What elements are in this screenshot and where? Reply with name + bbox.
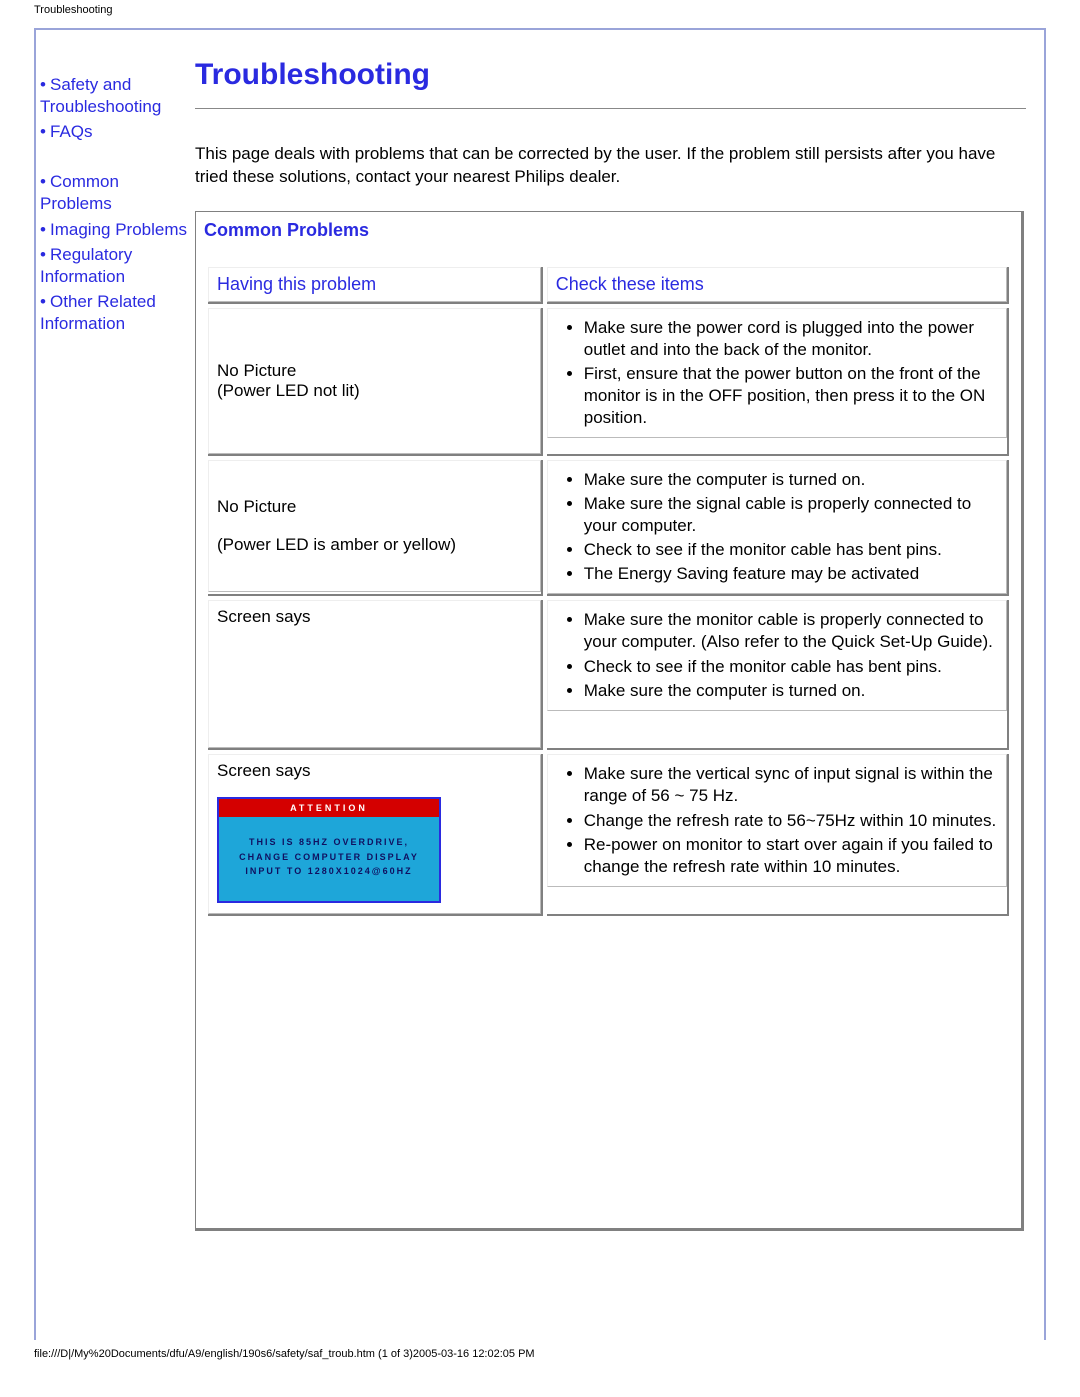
sidebar-item-other[interactable]: •Other Related Information xyxy=(40,291,195,335)
intro-text: This page deals with problems that can b… xyxy=(195,143,1026,189)
problem-line1: Screen says xyxy=(217,761,532,781)
main-content: Troubleshooting This page deals with pro… xyxy=(195,30,1044,1340)
list-item: Make sure the computer is turned on. xyxy=(584,680,998,702)
sidebar-item-label: Other Related Information xyxy=(40,292,156,333)
attention-bar: ATTENTION xyxy=(219,799,439,817)
check-cell: Make sure the vertical sync of input sig… xyxy=(547,754,1009,915)
attention-line: INPUT TO 1280X1024@60HZ xyxy=(225,864,433,878)
footer-path: file:///D|/My%20Documents/dfu/A9/english… xyxy=(0,1340,1080,1360)
problem-line2: (Power LED is amber or yellow) xyxy=(217,535,532,555)
section-common-problems: Common Problems Having this problem Chec… xyxy=(195,211,1022,1229)
content-frame: •Safety and Troubleshooting •FAQs •Commo… xyxy=(34,28,1046,1340)
list-item: Change the refresh rate to 56~75Hz withi… xyxy=(584,810,998,832)
list-item: Check to see if the monitor cable has be… xyxy=(584,656,998,678)
list-item: Check to see if the monitor cable has be… xyxy=(584,539,998,561)
list-item: The Energy Saving feature may be activat… xyxy=(584,563,998,585)
sidebar-item-regulatory[interactable]: •Regulatory Information xyxy=(40,244,195,288)
sidebar-item-label: Imaging Problems xyxy=(50,220,187,239)
sidebar-item-faqs[interactable]: •FAQs xyxy=(40,121,195,143)
sidebar-item-spacer xyxy=(40,146,195,168)
sidebar-item-safety[interactable]: •Safety and Troubleshooting xyxy=(40,74,195,118)
check-cell: Make sure the power cord is plugged into… xyxy=(547,308,1009,456)
sidebar-item-label: FAQs xyxy=(50,122,93,141)
list-item: Make sure the power cord is plugged into… xyxy=(584,317,998,361)
attention-body: THIS IS 85HZ OVERDRIVE, CHANGE COMPUTER … xyxy=(219,817,439,900)
problem-cell: Screen says xyxy=(208,600,543,750)
problem-line1: Screen says xyxy=(217,607,532,627)
list-item: First, ensure that the power button on t… xyxy=(584,363,998,429)
sidebar-item-common[interactable]: •Common Problems xyxy=(40,171,195,215)
list-item: Make sure the computer is turned on. xyxy=(584,469,998,491)
attention-line: THIS IS 85HZ OVERDRIVE, xyxy=(225,835,433,849)
sidebar-item-imaging[interactable]: •Imaging Problems xyxy=(40,219,195,241)
table-row: No Picture (Power LED is amber or yellow… xyxy=(208,460,1009,596)
problem-line1: No Picture xyxy=(217,497,532,517)
problem-cell: No Picture (Power LED is amber or yellow… xyxy=(208,460,543,596)
table-row: No Picture (Power LED not lit) Make sure… xyxy=(208,308,1009,456)
check-cell: Make sure the monitor cable is properly … xyxy=(547,600,1009,750)
col-header-check: Check these items xyxy=(547,267,1009,304)
check-list: Make sure the monitor cable is properly … xyxy=(556,609,998,701)
check-list: Make sure the computer is turned on. Mak… xyxy=(556,469,998,585)
attention-line: CHANGE COMPUTER DISPLAY xyxy=(225,850,433,864)
troubleshoot-table: Having this problem Check these items No… xyxy=(204,263,1013,920)
section-wrapper: Common Problems Having this problem Chec… xyxy=(195,211,1024,1231)
list-item: Make sure the monitor cable is properly … xyxy=(584,609,998,653)
table-row: Screen says ATTENTION THIS IS 85HZ OVERD… xyxy=(208,754,1009,915)
problem-line2: (Power LED not lit) xyxy=(217,381,360,400)
section-title: Common Problems xyxy=(204,220,1013,241)
list-item: Make sure the vertical sync of input sig… xyxy=(584,763,998,807)
browser-title: Troubleshooting xyxy=(0,0,1080,16)
check-cell: Make sure the computer is turned on. Mak… xyxy=(547,460,1009,596)
sidebar-nav: •Safety and Troubleshooting •FAQs •Commo… xyxy=(36,30,195,1340)
sidebar-item-label: Common Problems xyxy=(40,172,119,213)
divider xyxy=(195,108,1026,109)
list-item: Re-power on monitor to start over again … xyxy=(584,834,998,878)
sidebar-item-label: Safety and Troubleshooting xyxy=(40,75,161,116)
problem-cell: Screen says ATTENTION THIS IS 85HZ OVERD… xyxy=(208,754,543,915)
sidebar-item-label: Regulatory Information xyxy=(40,245,132,286)
page-title: Troubleshooting xyxy=(195,58,1026,92)
table-row: Screen says Make sure the monitor cable … xyxy=(208,600,1009,750)
table-header-row: Having this problem Check these items xyxy=(208,267,1009,304)
page: Troubleshooting •Safety and Troubleshoot… xyxy=(0,0,1080,1397)
problem-cell: No Picture (Power LED not lit) xyxy=(208,308,543,456)
problem-line1: No Picture xyxy=(217,361,532,381)
check-list: Make sure the vertical sync of input sig… xyxy=(556,763,998,877)
attention-graphic: ATTENTION THIS IS 85HZ OVERDRIVE, CHANGE… xyxy=(217,797,441,902)
list-item: Make sure the signal cable is properly c… xyxy=(584,493,998,537)
col-header-problem: Having this problem xyxy=(208,267,543,304)
check-list: Make sure the power cord is plugged into… xyxy=(556,317,998,429)
